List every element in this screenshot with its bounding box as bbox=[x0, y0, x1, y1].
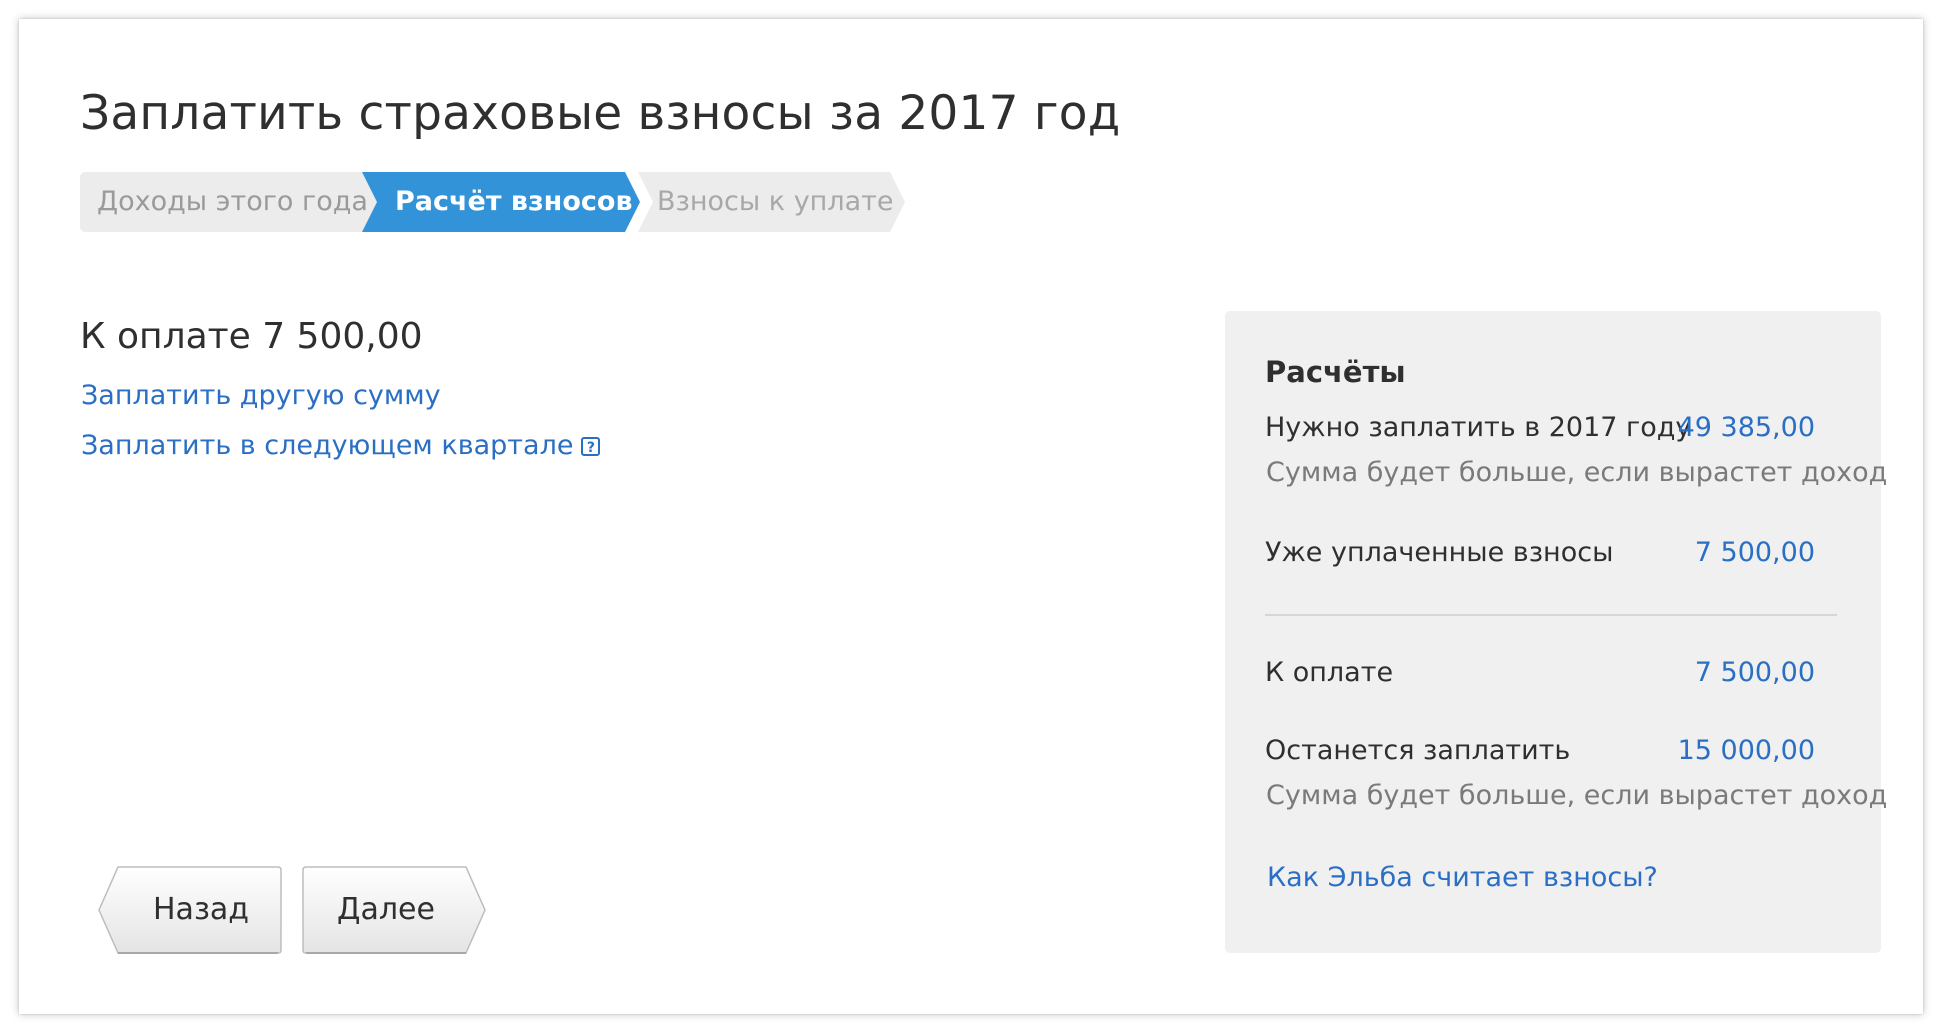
step-payment-label[interactable]: Взносы к уплате bbox=[657, 172, 893, 232]
page-title: Заплатить страховые взносы за 2017 год bbox=[80, 86, 1121, 141]
calculations-panel: Расчёты Нужно заплатить в 2017 году 49 3… bbox=[1225, 311, 1887, 953]
next-button-label[interactable]: Далее bbox=[337, 866, 435, 954]
step-income-label[interactable]: Доходы этого года bbox=[97, 172, 368, 232]
back-button[interactable]: Назад bbox=[98, 866, 282, 956]
next-button[interactable]: Далее bbox=[302, 866, 486, 956]
pay-next-quarter-link[interactable]: Заплатить в следующем квартале? bbox=[81, 430, 601, 461]
stepper: Доходы этого года Расчёт взносов Взносы … bbox=[80, 172, 910, 232]
calculations-title: Расчёты bbox=[1265, 355, 1406, 389]
to-pay-value: 7 500,00 bbox=[1694, 657, 1815, 688]
remaining-hint: Сумма будет больше, если вырастет доход bbox=[1266, 780, 1888, 811]
amount-to-pay: К оплате 7 500,00 bbox=[80, 316, 423, 357]
step-calc-label[interactable]: Расчёт взносов bbox=[395, 172, 633, 232]
already-paid-label: Уже уплаченные взносы bbox=[1265, 537, 1614, 568]
pay-other-amount-label[interactable]: Заплатить другую сумму bbox=[81, 380, 441, 411]
to-pay-label: К оплате bbox=[1265, 657, 1394, 688]
how-elba-calculates-link[interactable]: Как Эльба считает взносы? bbox=[1267, 862, 1658, 893]
main-card: Заплатить страховые взносы за 2017 год Д… bbox=[19, 19, 1923, 1014]
remaining-value: 15 000,00 bbox=[1677, 735, 1815, 766]
remaining-label: Останется заплатить bbox=[1265, 735, 1571, 766]
back-button-label[interactable]: Назад bbox=[153, 866, 249, 954]
already-paid-value: 7 500,00 bbox=[1694, 537, 1815, 568]
need-to-pay-value: 49 385,00 bbox=[1677, 412, 1815, 443]
pay-next-quarter-label[interactable]: Заплатить в следующем квартале bbox=[81, 430, 573, 461]
need-to-pay-label: Нужно заплатить в 2017 году bbox=[1265, 412, 1692, 443]
pay-other-amount-link[interactable]: Заплатить другую сумму bbox=[81, 380, 441, 411]
calculations-divider bbox=[1265, 614, 1837, 616]
question-square-icon[interactable]: ? bbox=[581, 437, 601, 456]
need-to-pay-hint: Сумма будет больше, если вырастет доход bbox=[1266, 457, 1888, 488]
